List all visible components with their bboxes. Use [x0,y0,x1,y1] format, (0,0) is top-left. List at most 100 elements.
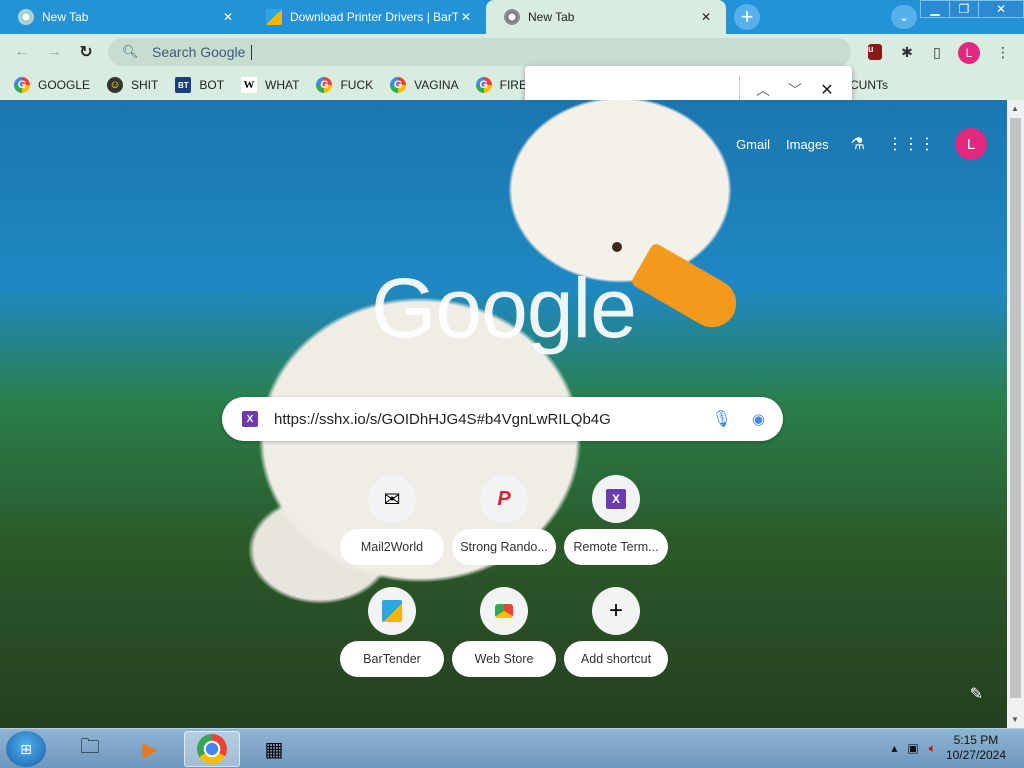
scrollbar-thumb[interactable] [1010,118,1021,698]
address-bar-text: Search Google [152,44,246,60]
new-tab-page: Gmail Images ⚗ ⋮⋮⋮ L Google X https://ss… [0,100,1007,728]
tab-new-tab-1[interactable]: New Tab ✕ [0,0,248,34]
vertical-scrollbar[interactable]: ▲ ▼ [1007,100,1024,728]
close-tab-icon[interactable]: ✕ [698,9,714,25]
close-tab-icon[interactable]: ✕ [220,9,236,25]
shortcut-strong-random[interactable]: P Strong Rando... [448,475,560,575]
images-link[interactable]: Images [786,137,829,152]
show-hidden-icons-chevron-icon[interactable]: ▴ [891,741,897,755]
bookmark-bot[interactable]: BT BOT [175,77,224,93]
mail-envelope-icon: ✉ [368,475,416,523]
tab-strip: New Tab ✕ Download Printer Drivers | Bar… [0,0,1024,34]
google-icon: G [316,77,333,93]
tab-bartender[interactable]: Download Printer Drivers | BarTe ✕ [248,0,486,34]
start-button-windows-icon[interactable]: ⊞ [6,731,46,767]
restore-button[interactable]: ❐ [949,0,979,18]
close-window-button[interactable]: ✕ [978,0,1024,18]
wikipedia-icon: W [241,77,258,93]
shortcut-web-store[interactable]: Web Store [448,587,560,687]
profile-avatar[interactable]: L [958,42,980,64]
clock-time: 5:15 PM [953,733,999,747]
ntp-search-box[interactable]: X https://sshx.io/s/GOIDhHJG4S#b4VgnLwRI… [222,397,783,441]
tab-title: Download Printer Drivers | BarTe [290,10,458,24]
bookmark-what[interactable]: W WHAT [241,77,299,93]
windows-taskbar: ⊞ 🗀 ▶ ▦ ▴ ▣ 🔈︎ 5:15 PM 10/27/2024 [0,728,1024,768]
strong-random-p-icon: P [480,475,528,523]
ublock-extension-icon[interactable]: u [864,42,886,62]
tab-search-button[interactable]: ⌄ [891,5,917,29]
find-previous-chevron-up-icon[interactable]: ︿ [751,78,775,102]
bookmarks-bar: G GOOGLE ☺ SHIT BT BOT W WHAT G FUCK G V… [0,70,1024,100]
tab-new-tab-active[interactable]: New Tab ✕ [486,0,726,34]
bookmark-vagina[interactable]: G VAGINA [390,77,459,93]
search-box-value: https://sshx.io/s/GOIDhHJG4S#b4VgnLwRILQ… [274,410,611,428]
find-input[interactable] [535,78,735,102]
address-bar[interactable]: 🔍︎ Search Google [108,38,851,66]
shortcut-label: Add shortcut [564,641,668,677]
chrome-favicon-icon [504,9,520,25]
forward-button[interactable]: → [42,40,66,64]
tab-title: New Tab [42,10,89,24]
web-store-icon [480,587,528,635]
scroll-down-icon[interactable]: ▼ [1011,715,1019,724]
background-duck-eye [612,242,622,252]
find-close-icon[interactable]: ✕ [815,78,839,102]
bookmark-label: FUCK [340,78,374,92]
customize-pencil-icon[interactable]: ✎ [970,684,983,704]
remote-terminal-x-icon: X [592,475,640,523]
scroll-up-icon[interactable]: ▲ [1011,104,1019,113]
new-tab-button[interactable]: + [734,4,760,30]
bookmark-label: GOOGLE [38,78,91,92]
bookmark-cunts[interactable]: CUNTs [850,78,888,92]
shortcut-add[interactable]: + Add shortcut [560,587,672,687]
bartender-icon [368,587,416,635]
window-controls: ▁ ❐ ✕ [920,0,1024,18]
labs-flask-icon[interactable]: ⚗ [851,134,865,154]
chrome-taskbar-icon[interactable] [184,731,240,767]
shortcut-remote-terminal[interactable]: X Remote Term... [560,475,672,575]
extensions-puzzle-icon[interactable]: ✱ [896,42,918,62]
google-logo: Google [371,261,637,355]
bt-icon: BT [175,77,192,93]
bookmark-label: WHAT [265,78,300,92]
calculator-icon[interactable]: ▦ [246,731,302,767]
account-avatar[interactable]: L [955,128,987,160]
lens-camera-icon[interactable]: ◉ [752,410,765,428]
tab-title: New Tab [528,10,575,24]
toolbar: ← → ↻ 🔍︎ Search Google u ✱ ▯ L ⋮ [0,34,1024,70]
media-player-icon[interactable]: ▶ [122,731,178,767]
side-panel-icon[interactable]: ▯ [926,42,948,62]
shortcut-label: Remote Term... [564,529,668,565]
shortcut-label: Mail2World [340,529,444,565]
bookmark-favicon-icon: ☺ [107,77,124,93]
bookmark-label: BOT [199,78,225,92]
close-tab-icon[interactable]: ✕ [458,9,474,25]
chrome-favicon-icon [18,9,34,25]
shortcut-label: Web Store [452,641,556,677]
minimize-button[interactable]: ▁ [920,0,950,18]
shortcut-label: Strong Rando... [452,529,556,565]
network-icon[interactable]: ▣ [907,741,918,755]
clock-date: 10/27/2024 [945,748,1006,762]
bookmark-google[interactable]: G GOOGLE [14,77,90,93]
back-button[interactable]: ← [10,40,34,64]
voice-search-mic-icon[interactable]: 🎙︎ [712,409,732,429]
google-icon: G [475,77,492,93]
file-explorer-folder-icon[interactable]: 🗀 [62,731,118,767]
bookmark-label: VAGINA [414,78,459,92]
reload-button[interactable]: ↻ [74,40,98,64]
shortcut-mail2world[interactable]: ✉ Mail2World [336,475,448,575]
system-tray: ▴ ▣ 🔈︎ 5:15 PM 10/27/2024 [891,733,1006,763]
menu-kebab-icon[interactable]: ⋮ [992,42,1014,62]
clock[interactable]: 5:15 PM 10/27/2024 [946,733,1006,763]
bookmark-fuck[interactable]: G FUCK [316,77,373,93]
text-caret [251,44,253,60]
apps-grid-icon[interactable]: ⋮⋮⋮ [887,134,935,154]
find-next-chevron-down-icon[interactable]: ﹀ [783,78,807,102]
shortcut-bartender[interactable]: BarTender [336,587,448,687]
google-icon: G [390,77,407,93]
google-icon: G [14,77,30,93]
volume-muted-icon[interactable]: 🔈︎ [929,741,936,756]
gmail-link[interactable]: Gmail [736,137,770,152]
bookmark-shit[interactable]: ☺ SHIT [107,77,158,93]
